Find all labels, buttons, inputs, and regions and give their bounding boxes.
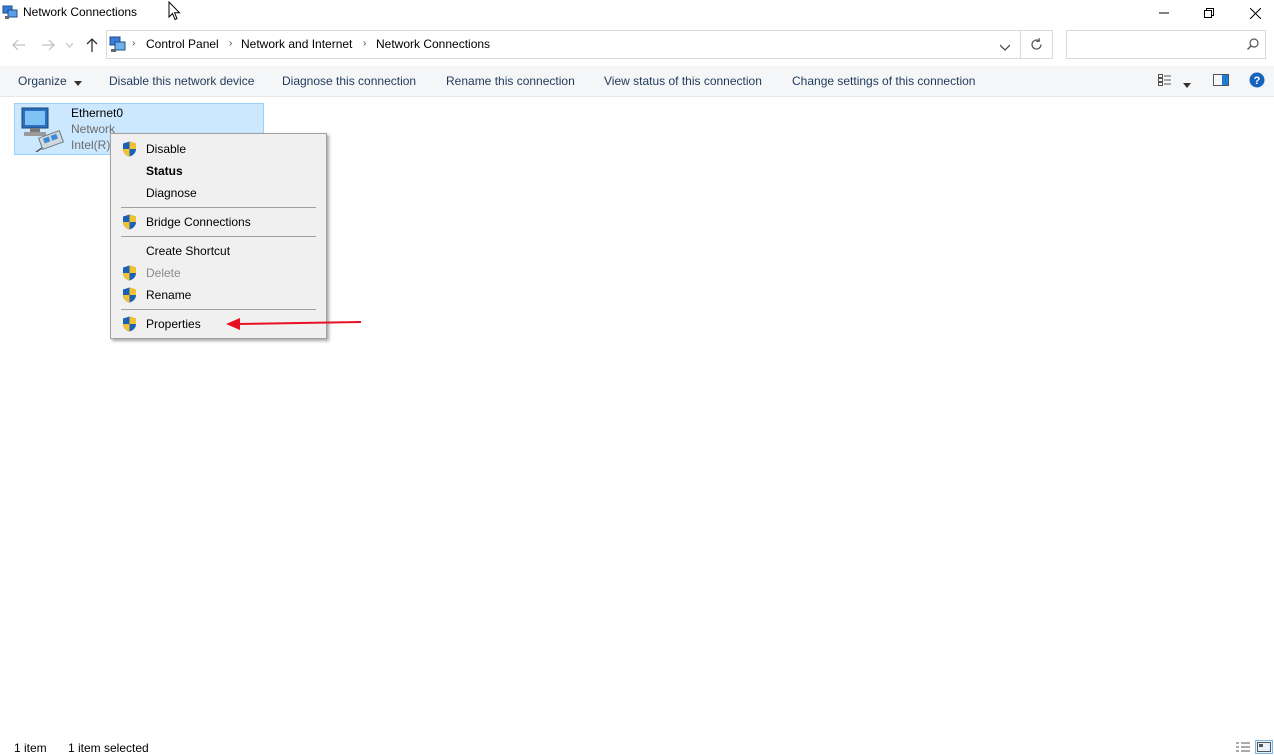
diagnose-connection-button[interactable]: Diagnose this connection [282,74,416,88]
back-button[interactable] [9,35,29,55]
address-history-dropdown[interactable] [999,40,1011,54]
breadcrumb-separator: › [363,38,367,49]
large-icons-view-button[interactable] [1255,740,1273,754]
view-options-dropdown[interactable] [1183,77,1191,91]
menu-item-label: Disable [146,142,187,156]
menu-item-label: Diagnose [146,186,197,200]
details-view-button[interactable] [1234,740,1252,754]
organize-menu[interactable]: Organize [18,74,83,89]
menu-item-diagnose[interactable]: Diagnose [113,182,324,204]
breadcrumb-control-panel[interactable]: Control Panel [146,37,219,51]
mouse-cursor-icon [168,1,181,21]
menu-separator [121,207,316,208]
network-adapter-icon [18,106,66,153]
title-bar: Network Connections [0,0,1274,26]
help-button[interactable]: ? [1249,72,1265,91]
connection-name: Ethernet0 [71,106,124,120]
annotation-arrow [226,318,362,330]
chevron-down-icon [74,75,83,89]
menu-item-status[interactable]: Status [113,160,324,182]
menu-item-bridge-connections[interactable]: Bridge Connections [113,211,324,233]
menu-separator [121,309,316,310]
uac-shield-icon [122,316,137,332]
up-button[interactable] [82,35,102,55]
recent-locations-dropdown[interactable] [62,35,76,55]
search-input[interactable] [1073,31,1243,58]
preview-pane-button[interactable] [1213,73,1229,90]
uac-shield-icon [122,287,137,303]
svg-text:?: ? [1254,75,1261,87]
change-view-button[interactable] [1158,73,1172,90]
status-bar: 1 item 1 item selected [0,737,1274,755]
menu-item-delete: Delete [113,262,324,284]
disable-device-button[interactable]: Disable this network device [109,74,254,88]
menu-item-label: Properties [146,317,201,331]
breadcrumb-network-and-internet[interactable]: Network and Internet [241,37,352,51]
search-box[interactable] [1066,30,1266,59]
menu-item-label: Rename [146,288,192,302]
connection-network: Network [71,122,116,136]
organize-label: Organize [18,74,67,88]
breadcrumb-separator: › [132,38,136,49]
uac-shield-icon [122,214,137,230]
refresh-button[interactable] [1021,30,1053,59]
context-menu: Disable Status Diagnose Bridge Connectio… [110,133,327,339]
minimize-button[interactable] [1141,0,1187,26]
selected-count: 1 item selected [68,741,149,755]
search-icon[interactable] [1247,38,1259,53]
breadcrumb-separator: › [229,38,233,49]
menu-separator [121,236,316,237]
network-connections-icon [2,4,18,20]
control-panel-icon [109,36,127,53]
view-status-button[interactable]: View status of this connection [604,74,762,88]
menu-item-label: Delete [146,266,181,280]
menu-item-create-shortcut[interactable]: Create Shortcut [113,240,324,262]
window-title: Network Connections [23,5,138,19]
change-settings-button[interactable]: Change settings of this connection [792,74,975,88]
connection-adapter: Intel(R) [71,138,111,152]
menu-item-disable[interactable]: Disable [113,138,324,160]
uac-shield-icon [122,141,137,157]
uac-shield-icon [122,265,137,281]
command-bar: Organize Disable this network device Dia… [0,66,1274,97]
forward-button[interactable] [38,35,58,55]
breadcrumb-network-connections[interactable]: Network Connections [376,37,490,51]
menu-item-label: Status [146,164,183,178]
address-row: › Control Panel › Network and Internet ›… [0,30,1274,60]
rename-connection-button[interactable]: Rename this connection [446,74,575,88]
menu-item-label: Bridge Connections [146,215,251,229]
close-button[interactable] [1232,0,1274,26]
menu-item-label: Create Shortcut [146,244,231,258]
item-count: 1 item [14,741,47,755]
menu-item-rename[interactable]: Rename [113,284,324,306]
address-bar[interactable]: › Control Panel › Network and Internet ›… [106,30,1021,59]
restore-button[interactable] [1186,0,1232,26]
